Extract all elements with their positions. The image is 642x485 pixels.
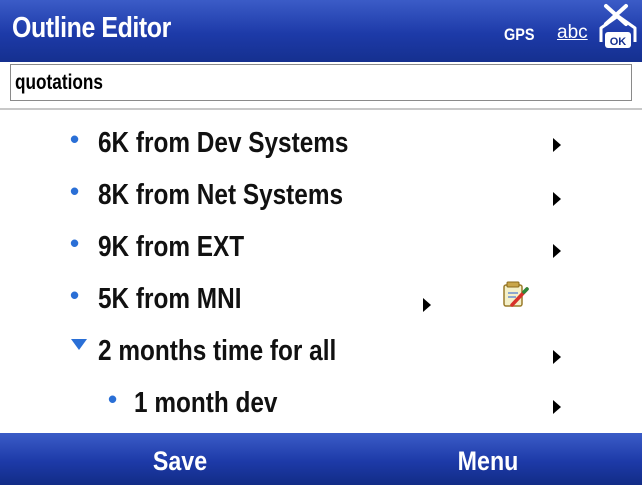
outline-item[interactable]: • 1 month dev [0,378,642,430]
bullet-icon: • [70,280,80,310]
chevron-right-icon[interactable] [553,192,561,206]
expanded-icon[interactable] [71,339,87,350]
chevron-right-icon[interactable] [553,350,561,364]
outline-item[interactable]: • 6K from Dev Systems [0,118,642,170]
save-button[interactable]: Save [128,446,231,477]
outline-item-label: 8K from Net Systems [98,179,344,211]
window-title: Outline Editor [12,12,171,44]
bullet-icon: • [70,228,80,258]
bullet-icon: • [70,176,80,206]
chevron-right-icon[interactable] [423,298,431,312]
bullet-icon: • [108,384,118,414]
outline-item-label: 2 months time for all [98,335,337,367]
chevron-right-icon[interactable] [553,400,561,414]
outline-item[interactable]: • 8K from Net Systems [0,170,642,222]
outline-item[interactable]: • 5K from MNI [0,274,642,326]
softkey-bar: Save Menu [0,433,642,485]
outline-item[interactable]: • 9K from EXT [0,222,642,274]
outline-title-value: quotations [15,71,104,94]
chevron-right-icon[interactable] [553,138,561,152]
menu-button[interactable]: Menu [436,446,539,477]
outline-item-label: 6K from Dev Systems [98,127,349,159]
input-mode-indicator[interactable]: abc [557,22,588,44]
outline-item-label: 5K from MNI [98,283,242,315]
bullet-icon: • [70,124,80,154]
gps-indicator: GPS [504,25,535,44]
outline-item-label: 9K from EXT [98,231,245,263]
chevron-right-icon[interactable] [553,244,561,258]
note-icon[interactable] [500,280,530,310]
outline-item-label: 1 month dev [134,387,278,419]
outline-item[interactable]: 2 months time for all [0,326,642,378]
close-icon[interactable]: OK [597,2,639,54]
svg-text:OK: OK [610,36,627,48]
outline-title-input[interactable]: quotations [10,64,632,101]
title-bar: Outline Editor GPS abc OK [0,0,642,62]
